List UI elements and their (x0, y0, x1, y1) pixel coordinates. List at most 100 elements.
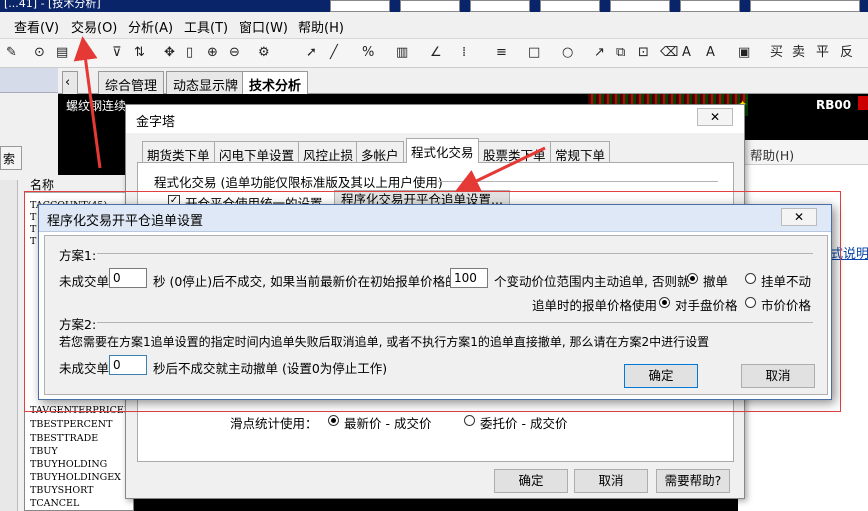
settings-help-button[interactable]: 需要帮助? (656, 469, 730, 493)
rectangle-icon[interactable]: □ (528, 45, 540, 60)
fibonacci-icon[interactable]: ≡ (496, 45, 507, 60)
ellipse-icon[interactable]: ○ (562, 45, 573, 60)
sell-button[interactable]: 卖 (792, 45, 805, 60)
plan1-unfilled-label: 未成交单 (59, 274, 110, 289)
chase-order-dialog-title: 程序化交易开平仓追单设置 (47, 214, 204, 229)
menu-trade[interactable]: 交易(O) (71, 17, 117, 36)
market-price-label: 市价价格 (761, 298, 812, 313)
gear-icon[interactable]: ⚙ (258, 45, 270, 60)
play-icon[interactable]: ⊙ (34, 45, 45, 60)
counterparty-price-label: 对手盘价格 (675, 298, 738, 313)
settings-dialog-title: 金字塔 (136, 115, 176, 130)
counterparty-price-radio[interactable] (659, 297, 670, 308)
plan1-divider (97, 253, 813, 254)
menu-tools[interactable]: 工具(T) (184, 17, 228, 36)
list-item[interactable]: TBUYSHORT (30, 485, 94, 496)
settings-dialog-close-button[interactable]: ✕ (697, 108, 733, 126)
market-price-radio[interactable] (745, 297, 756, 308)
app-title: [...41] - [技术分析] (4, 0, 101, 10)
reverse-button[interactable]: 反 (840, 45, 853, 60)
plan1-title: 方案1: (59, 248, 97, 263)
section-divider (438, 181, 718, 182)
title-toolbar-block (400, 0, 460, 12)
zoom-out-icon[interactable]: ⊖ (229, 45, 240, 60)
copy-icon[interactable]: ⧉ (616, 45, 625, 60)
keep-order-radio[interactable] (745, 273, 756, 284)
chase-cancel-button[interactable]: 取消 (741, 364, 815, 388)
title-toolbar-block (750, 0, 860, 12)
settings-cancel-button[interactable]: 取消 (574, 469, 648, 493)
tab-scroll-left-icon[interactable]: ‹ (62, 71, 78, 94)
trash-icon[interactable]: ⌫ (660, 45, 678, 60)
settings-dialog-title-bar: 金字塔 (126, 105, 744, 133)
plan2-description: 若您需要在方案1追单设置的指定时间内追单失败后取消追单, 或者不执行方案1的追单… (59, 335, 710, 349)
lock-icon[interactable]: ⊡ (638, 45, 649, 60)
tab-overview[interactable]: 综合管理 (98, 71, 165, 94)
tab-risk-stoploss[interactable]: 风控止损 (298, 141, 359, 163)
plan2-seconds-input[interactable]: 0 (109, 355, 147, 375)
chase-dialog-close-button[interactable]: ✕ (781, 208, 817, 226)
font-color-icon[interactable]: A (706, 45, 715, 60)
left-dock-header (0, 68, 58, 93)
cursor-icon[interactable]: ➚ (306, 45, 317, 60)
close-icon: ✕ (709, 110, 721, 124)
tab-flash-order[interactable]: 闪电下单设置 (214, 141, 300, 163)
arrow-tool-icon[interactable]: ↗ (594, 45, 605, 60)
search-label[interactable]: 索 (0, 146, 22, 170)
left-scrollbar[interactable] (0, 180, 18, 511)
line-tool-icon[interactable]: ╱ (330, 45, 338, 60)
title-toolbar-block (330, 0, 390, 12)
slippage-last-price-label: 最新价 - 成交价 (344, 416, 432, 431)
save-icon[interactable]: ▣ (738, 45, 750, 60)
chase-ok-button[interactable]: 确定 (624, 364, 698, 388)
tab-normal-order[interactable]: 常规下单 (550, 141, 611, 163)
tab-program-trading[interactable]: 程式化交易 (406, 138, 479, 163)
list-item[interactable]: TCANCEL (30, 498, 79, 509)
ruler-icon[interactable]: ▥ (396, 45, 408, 60)
text-color-icon[interactable]: A (682, 45, 691, 60)
slippage-order-price-radio[interactable] (464, 415, 475, 426)
slippage-last-price-radio[interactable] (328, 415, 339, 426)
list-item[interactable]: TBUY (30, 446, 58, 457)
title-toolbar-block (680, 0, 740, 12)
zoom-in-icon[interactable]: ⊕ (207, 45, 218, 60)
right-help-menu[interactable]: 帮助(H) (750, 145, 794, 164)
list-item[interactable]: TBESTTRADE (30, 433, 98, 444)
menu-view[interactable]: 查看(V) (14, 17, 59, 36)
filter-icon[interactable]: ⊽ (112, 45, 122, 60)
parallel-icon[interactable]: ⁞ (462, 45, 466, 60)
list-item[interactable]: TBUYHOLDINGEX (30, 472, 121, 483)
slippage-label: 滑点统计使用： (230, 416, 318, 431)
percent-icon[interactable]: % (362, 45, 374, 60)
tab-futures-order[interactable]: 期货类下单 (142, 141, 215, 163)
plan1-seconds-input[interactable]: 0 (109, 268, 147, 288)
menu-window[interactable]: 窗口(W) (239, 17, 288, 36)
move-icon[interactable]: ✥ (164, 45, 175, 60)
column-icon[interactable]: ▯ (186, 45, 193, 60)
list-item[interactable]: TBUYHOLDING (30, 459, 107, 470)
angle-icon[interactable]: ∠ (430, 45, 442, 60)
close-position-button[interactable]: 平 (816, 45, 829, 60)
close-icon: ✕ (793, 210, 805, 224)
slippage-order-price-label: 委托价 - 成交价 (480, 416, 568, 431)
settings-ok-button[interactable]: 确定 (494, 469, 568, 493)
tab-dynamic-board[interactable]: 动态显示牌 (166, 71, 246, 94)
document-icon[interactable]: ▤ (56, 45, 68, 60)
chase-price-label: 追单时的报单价格使用 (532, 298, 658, 313)
plan2-divider (97, 322, 813, 323)
chart-symbol: 螺纹钢连续 (66, 99, 127, 113)
tab-stock-order[interactable]: 股票类下单 (478, 141, 551, 163)
sort-icon[interactable]: ⇅ (134, 45, 145, 60)
buy-button[interactable]: 买 (770, 45, 783, 60)
list-item[interactable]: TBESTPERCENT (30, 419, 112, 430)
toolbar: ✎ ⊙ ▤ ⊽ ⇅ ✥ ▯ ⊕ ⊖ ⚙ ➚ ╱ % ▥ ∠ ⁞ ≡ □ ○ ↗ … (0, 39, 868, 68)
edit-icon[interactable]: ✎ (6, 45, 17, 60)
menu-analysis[interactable]: 分析(A) (128, 17, 173, 36)
tab-technical-analysis[interactable]: 技术分析 (242, 71, 309, 94)
plan2-description-suffix: 秒后不成交就主动撤单 (设置0为停止工作) (153, 361, 388, 376)
menu-help[interactable]: 帮助(H) (298, 17, 344, 36)
cancel-order-radio[interactable] (687, 273, 698, 284)
plan1-ticks-input[interactable]: 100 (450, 268, 488, 288)
tab-multi-account[interactable]: 多帐户 (356, 141, 404, 163)
plan1-description: 秒 (0停止)后不成交, 如果当前最新价在初始报单价格的 (153, 274, 458, 289)
